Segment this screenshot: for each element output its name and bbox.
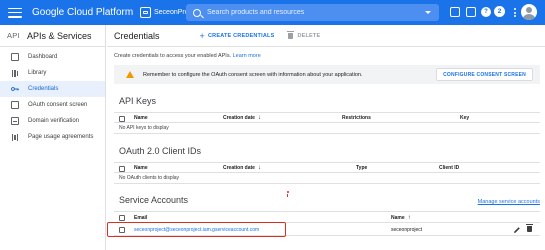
sidebar-item-credentials[interactable]: Credentials: [0, 81, 105, 97]
arrow-up-icon: ↑: [407, 215, 411, 221]
configure-consent-screen-button[interactable]: CONFIGURE CONSENT SCREEN: [436, 68, 533, 81]
sidebar-item-label: OAuth consent screen: [28, 102, 88, 108]
column-header-sorted[interactable]: Creation date ↓: [223, 115, 261, 121]
search-input[interactable]: [207, 9, 387, 16]
consent-warning-banner: Remember to configure the OAuth consent …: [114, 65, 540, 84]
intro-sentence: Create credentials to access your enable…: [114, 53, 232, 59]
sidebar-item-domain-verification[interactable]: Domain verification: [0, 113, 105, 129]
column-header[interactable]: Name: [134, 115, 148, 121]
empty-state: No API keys to display: [114, 123, 540, 134]
notifications-badge[interactable]: 2: [494, 6, 505, 17]
project-icon: [140, 7, 151, 18]
manage-service-accounts-link[interactable]: Manage service accounts: [478, 199, 540, 205]
dashboard-icon: [11, 53, 19, 61]
learn-more-link[interactable]: Learn more: [233, 53, 261, 59]
empty-state: No OAuth clients to display: [114, 173, 540, 184]
page-title: Credentials: [114, 30, 160, 41]
search-bar[interactable]: [186, 4, 439, 21]
sidebar-header: API APIs & Services: [0, 25, 105, 47]
column-header-label: Creation date: [223, 115, 255, 121]
column-header[interactable]: Restrictions: [342, 115, 371, 121]
service-accounts-title: Service Accounts: [119, 195, 189, 205]
highlight-annotation: [107, 222, 286, 237]
sidebar: API APIs & Services Dashboard Library Cr…: [0, 25, 106, 250]
top-app-bar: Google Cloud Platform SeceonProject ? 2: [0, 0, 545, 25]
banner-text: Remember to configure the OAuth consent …: [143, 71, 363, 78]
select-all-checkbox[interactable]: [119, 215, 125, 221]
table-header: Name Creation date ↓ Restrictions Key: [114, 112, 540, 123]
settings-list-icon: [11, 133, 19, 141]
empty-message: No OAuth clients to display: [119, 175, 180, 181]
sidebar-title: APIs & Services: [27, 30, 92, 41]
trash-icon[interactable]: [526, 224, 533, 232]
sidebar-item-label: Credentials: [28, 86, 59, 92]
column-header-sorted[interactable]: Name ↑: [391, 215, 411, 221]
select-all-checkbox[interactable]: [119, 165, 125, 172]
column-header[interactable]: Client ID: [439, 165, 459, 171]
sidebar-item-page-usage[interactable]: Page usage agreements: [0, 129, 105, 145]
edit-icon[interactable]: [513, 226, 521, 234]
annotation-mark: [287, 191, 289, 193]
delete-button[interactable]: DELETE: [287, 30, 321, 39]
main-menu-icon[interactable]: [8, 7, 22, 18]
column-header[interactable]: Key: [460, 115, 469, 121]
sidebar-item-label: Dashboard: [28, 54, 58, 60]
domain-icon: [11, 117, 19, 125]
page-header: Credentials + CREATE CREDENTIALS DELETE: [107, 25, 545, 47]
column-header-label: Creation date: [223, 165, 255, 171]
column-header[interactable]: Type: [356, 165, 367, 171]
cloud-shell-icon[interactable]: [450, 7, 460, 17]
brand-title[interactable]: Google Cloud Platform: [32, 7, 133, 18]
trash-icon: [287, 30, 295, 39]
plus-icon: +: [199, 30, 205, 41]
empty-message: No API keys to display: [119, 125, 169, 131]
delete-label: DELETE: [297, 32, 321, 39]
account-avatar[interactable]: [521, 4, 537, 20]
arrow-down-icon: ↓: [257, 115, 261, 121]
sidebar-item-library[interactable]: Library: [0, 65, 105, 81]
sidebar-item-dashboard[interactable]: Dashboard: [0, 49, 105, 65]
sidebar-item-label: Page usage agreements: [28, 134, 94, 140]
sidebar-item-label: Domain verification: [28, 118, 80, 124]
create-credentials-button[interactable]: + CREATE CREDENTIALS: [200, 31, 275, 41]
annotation-mark: [287, 194, 288, 197]
create-credentials-label: CREATE CREDENTIALS: [208, 32, 275, 39]
column-header-sorted[interactable]: Creation date ↓: [223, 165, 261, 171]
search-icon: [193, 8, 201, 17]
column-header[interactable]: Name: [134, 165, 148, 171]
warning-icon: [126, 71, 134, 78]
library-icon: [11, 69, 19, 77]
table-header: Name Creation date ↓ Type Client ID: [114, 162, 540, 173]
help-icon[interactable]: ?: [481, 7, 491, 17]
column-header[interactable]: Email: [134, 215, 147, 221]
oauth-title: OAuth 2.0 Client IDs: [119, 146, 202, 156]
service-account-name: seceonproject: [391, 227, 423, 233]
gift-icon[interactable]: [466, 7, 476, 17]
key-icon: [11, 85, 19, 93]
more-vert-icon[interactable]: [510, 8, 520, 17]
expand-icon[interactable]: [425, 11, 431, 14]
api-icon: API: [7, 31, 20, 40]
select-all-checkbox[interactable]: [119, 115, 125, 122]
api-keys-title: API Keys: [119, 96, 157, 106]
arrow-down-icon: ↓: [257, 165, 261, 171]
sidebar-item-oauth-consent[interactable]: OAuth consent screen: [0, 97, 105, 113]
main-content: Credentials + CREATE CREDENTIALS DELETE …: [107, 25, 545, 250]
column-header-label: Name: [391, 215, 405, 221]
sidebar-item-label: Library: [28, 70, 47, 76]
intro-text: Create credentials to access your enable…: [114, 53, 545, 59]
consent-icon: [11, 101, 19, 109]
